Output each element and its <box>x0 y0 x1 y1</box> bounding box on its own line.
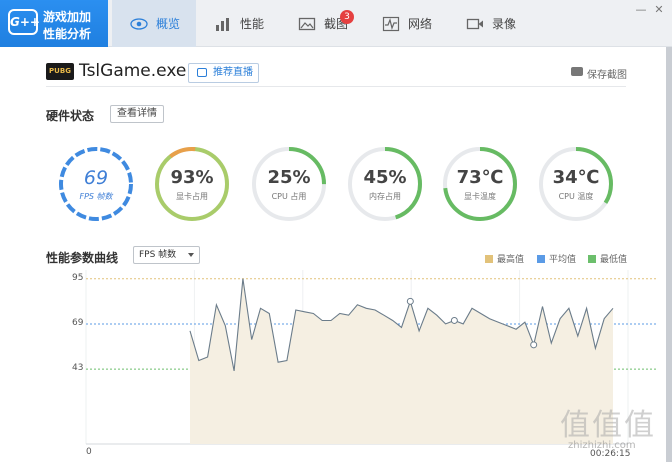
gauge-4: 73℃ 显卡温度 <box>441 145 519 223</box>
tab-label: 网络 <box>408 17 433 31</box>
pulse-icon <box>382 16 400 32</box>
image-icon <box>298 16 316 32</box>
close-button[interactable]: ✕ <box>653 4 665 16</box>
view-details-button[interactable]: 查看详情 <box>110 105 164 123</box>
curve-section-title: 性能参数曲线 <box>46 251 119 265</box>
gauge-value: 25% <box>267 167 311 188</box>
x-axis-start-label: 0 <box>86 447 92 457</box>
gauge-value: 34℃ <box>552 167 600 188</box>
window-edge <box>666 47 672 462</box>
legend-swatch-max <box>485 254 493 263</box>
gauge-value: 73℃ <box>456 167 504 188</box>
watermark-site: zhizhizhi.com <box>568 440 636 451</box>
watermark: 值值值 <box>560 408 656 443</box>
legend-swatch-min <box>588 254 596 263</box>
gauge-label: 显卡温度 <box>464 192 496 201</box>
y-tick-label: 95 <box>72 272 84 283</box>
gauge-label: CPU 占用 <box>271 192 307 201</box>
metric-select-value: FPS 帧数 <box>139 250 177 260</box>
game-title: TslGame.exe <box>79 61 187 81</box>
tab-recording[interactable]: 录像 <box>448 0 532 47</box>
gauge-label: CPU 温度 <box>558 192 594 201</box>
recommend-live-button[interactable]: 推荐直播 <box>188 63 259 83</box>
app-logo: G++ 游戏加加 性能分析 <box>0 0 108 47</box>
hardware-section-title: 硬件状态 <box>46 109 95 123</box>
tab-performance[interactable]: 性能 <box>196 0 280 47</box>
gauge-0: 69 FPS 帧数 <box>57 145 135 223</box>
tab-label: 录像 <box>492 17 517 31</box>
logo-badge: G++ <box>8 9 40 35</box>
camera-icon <box>571 67 583 76</box>
gauge-value: 93% <box>170 167 214 188</box>
gauge-label: 内存占用 <box>369 192 401 201</box>
divider <box>46 86 626 87</box>
y-tick-label: 43 <box>72 363 84 374</box>
fps-marker <box>406 297 414 305</box>
metric-select[interactable]: FPS 帧数 <box>133 246 200 264</box>
legend-min: 最低值 <box>588 252 627 265</box>
fps-marker <box>530 341 538 349</box>
tab-network[interactable]: 网络 <box>364 0 448 47</box>
gauge-2: 25% CPU 占用 <box>250 145 328 223</box>
eye-icon <box>130 16 148 32</box>
gauge-value: 45% <box>363 167 407 188</box>
fps-marker <box>450 316 458 324</box>
tab-screenshots[interactable]: 截图 <box>280 0 364 47</box>
gauge-value: 69 <box>83 167 109 189</box>
gauge-3: 45% 内存占用 <box>346 145 424 223</box>
fps-area <box>190 278 613 444</box>
y-tick-label: 69 <box>72 317 84 328</box>
gauge-1: 93% 显卡占用 <box>153 145 231 223</box>
logo-title-line1: 游戏加加 <box>43 10 92 24</box>
gauge-5: 34℃ CPU 温度 <box>537 145 615 223</box>
bar-chart-icon <box>214 16 232 32</box>
legend-label-min: 最低值 <box>600 255 628 265</box>
logo-title-line2: 性能分析 <box>43 27 92 41</box>
legend-avg: 平均值 <box>537 252 576 265</box>
save-screenshot-label: 保存截图 <box>587 70 627 81</box>
tab-label: 概览 <box>156 17 181 31</box>
tab-overview[interactable]: 概览 <box>112 0 196 47</box>
legend-label-avg: 平均值 <box>549 255 577 265</box>
recommend-live-label: 推荐直播 <box>213 67 253 78</box>
gauge-label: 显卡占用 <box>176 192 208 201</box>
legend-label-max: 最高值 <box>497 255 525 265</box>
save-screenshot-button[interactable]: 保存截图 <box>571 66 627 81</box>
tab-label: 性能 <box>240 17 265 31</box>
top-bar: G++ 游戏加加 性能分析 概览 性能 截图 3 网络 录像 — ✕ <box>0 0 672 47</box>
game-icon: PUBG <box>46 63 74 80</box>
minimize-button[interactable]: — <box>635 4 647 16</box>
legend-swatch-avg <box>537 254 545 263</box>
tv-icon <box>197 68 207 77</box>
gauge-label: FPS 帧数 <box>79 192 113 201</box>
legend-max: 最高值 <box>485 252 524 265</box>
screenshot-count-badge: 3 <box>340 10 354 24</box>
chevron-down-icon <box>188 253 194 257</box>
video-icon <box>466 16 484 32</box>
